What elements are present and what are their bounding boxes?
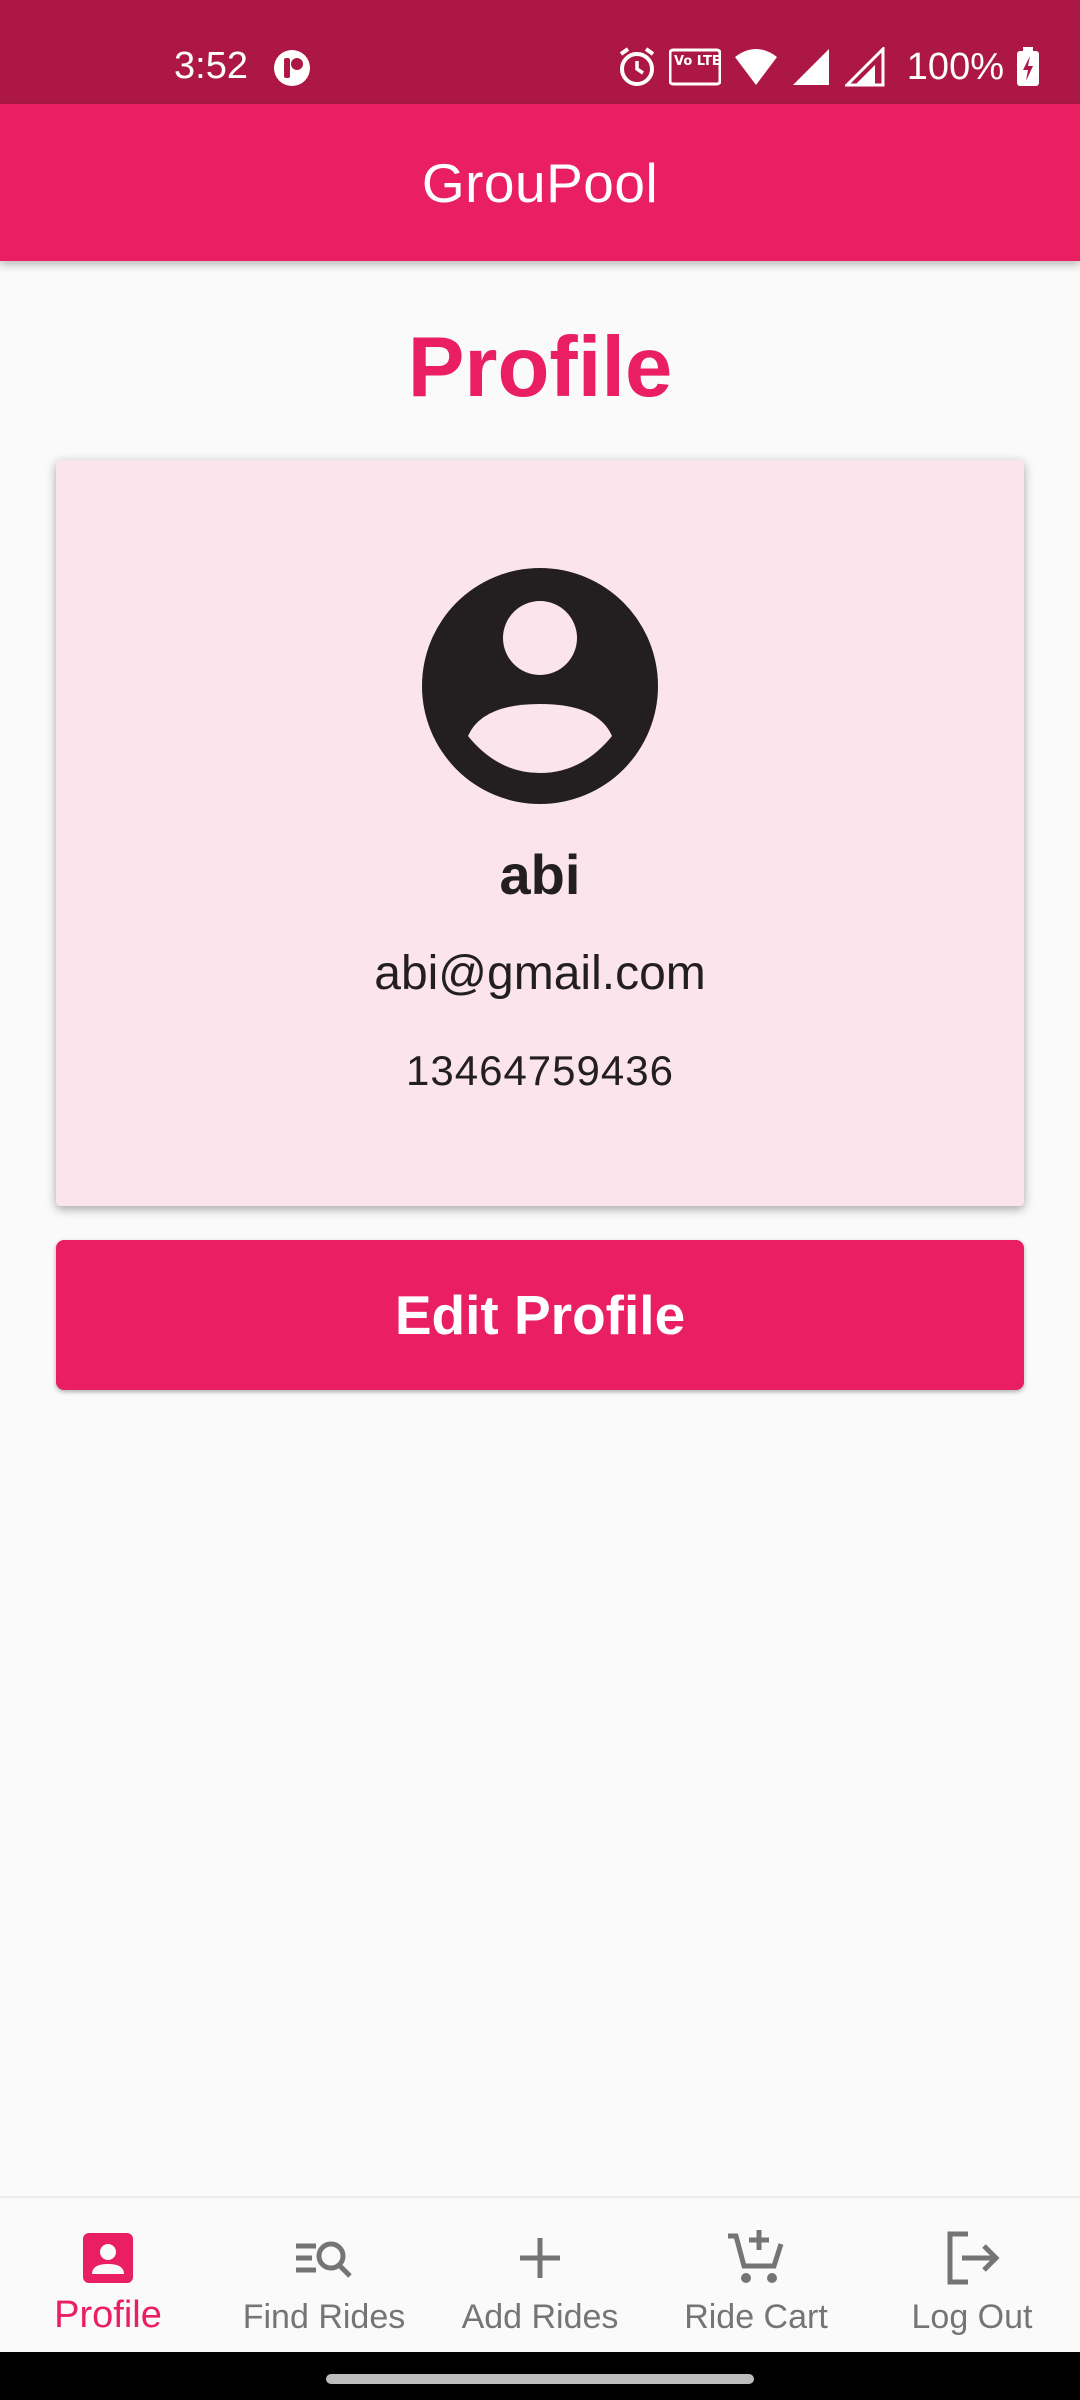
user-email: abi@gmail.com — [374, 947, 706, 1000]
nav-item-ride-cart[interactable]: Ride Cart — [648, 2198, 864, 2354]
nav-label-add-rides: Add Rides — [461, 2298, 619, 2336]
cart-add-icon — [728, 2230, 784, 2283]
nav-label-profile: Profile — [54, 2294, 162, 2336]
edit-profile-button[interactable]: Edit Profile — [56, 1240, 1024, 1390]
gesture-handle[interactable] — [326, 2374, 754, 2384]
battery-percentage: 100% — [906, 45, 1004, 88]
signal-icon — [792, 49, 829, 85]
volte-icon: Vo LTE 1 — [668, 48, 721, 86]
logout-icon — [947, 2231, 1000, 2285]
nav-item-find-rides[interactable]: Find Rides — [216, 2198, 432, 2354]
page-title: Profile — [407, 320, 673, 415]
plus-icon — [520, 2238, 560, 2278]
person-icon — [83, 2233, 133, 2283]
app-title: GrouPool — [421, 151, 659, 214]
user-phone: 13464759436 — [406, 1047, 674, 1094]
battery-charging-icon — [1017, 47, 1039, 86]
screen: 3:52 Vo LTE 100% GrouPool Profile abi ab… — [0, 0, 1080, 2400]
nav-item-log-out[interactable]: Log Out — [864, 2198, 1080, 2354]
app-notification-icon — [274, 50, 310, 86]
system-navigation-bar — [0, 2352, 1080, 2400]
wifi-icon — [734, 49, 777, 85]
signal-roaming-icon — [844, 47, 885, 87]
nav-item-profile[interactable]: Profile — [0, 2198, 216, 2354]
app-bar: GrouPool — [0, 104, 1080, 261]
status-icons: Vo LTE 1 100% — [617, 42, 1040, 92]
nav-label-log-out: Log Out — [911, 2298, 1033, 2336]
nav-label-find-rides: Find Rides — [242, 2298, 406, 2336]
status-time: 3:52 — [174, 45, 248, 87]
bottom-navigation: Profile Find Rides Add Rides Ride Cart L… — [0, 2196, 1080, 2354]
alarm-icon — [619, 47, 654, 86]
nav-item-add-rides[interactable]: Add Rides — [432, 2198, 648, 2354]
volte-text-top: Vo LTE 1 — [674, 54, 721, 69]
status-bar: 3:52 Vo LTE 100% — [0, 0, 1080, 104]
profile-card: abi abi@gmail.com 13464759436 — [56, 460, 1024, 1206]
search-list-icon — [296, 2241, 352, 2278]
nav-label-ride-cart: Ride Cart — [684, 2298, 828, 2336]
account-circle-icon — [422, 568, 658, 804]
user-name: abi — [499, 843, 581, 906]
